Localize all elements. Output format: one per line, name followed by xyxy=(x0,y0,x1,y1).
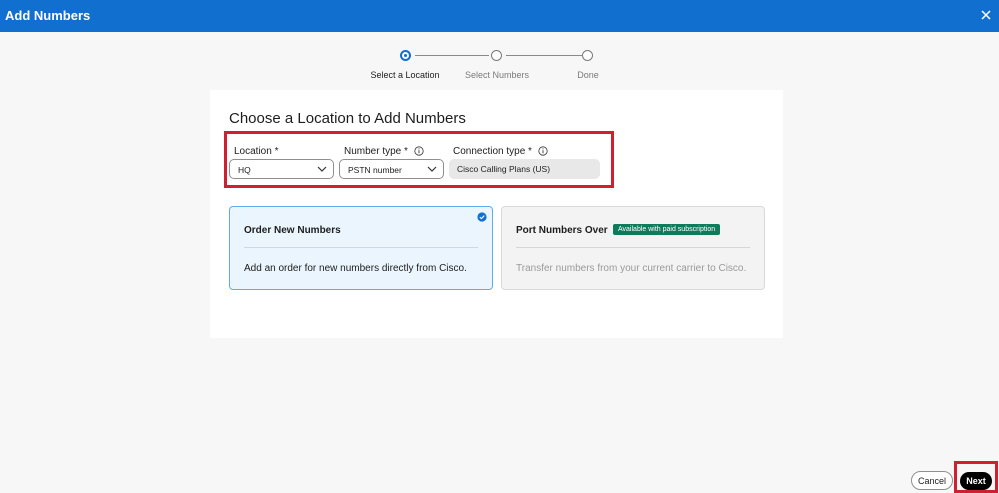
close-icon[interactable] xyxy=(977,6,995,24)
chevron-down-icon xyxy=(427,166,437,172)
step-1-indicator xyxy=(400,50,411,61)
info-icon[interactable] xyxy=(414,146,424,156)
next-button[interactable]: Next xyxy=(960,472,992,490)
option-title: Port Numbers Over xyxy=(516,225,608,236)
port-numbers-option: Port Numbers Over Available with paid su… xyxy=(501,206,765,290)
step-3-indicator xyxy=(582,50,593,61)
option-description: Add an order for new numbers directly fr… xyxy=(244,263,467,274)
cancel-button[interactable]: Cancel xyxy=(911,471,953,490)
connection-type-value: Cisco Calling Plans (US) xyxy=(457,164,551,174)
option-description: Transfer numbers from your current carri… xyxy=(516,263,747,274)
number-type-select[interactable]: PSTN number xyxy=(339,159,444,179)
location-value: HQ xyxy=(238,165,251,175)
page-heading: Choose a Location to Add Numbers xyxy=(229,110,466,127)
number-type-label: Number type * xyxy=(344,146,408,157)
checkmark-icon xyxy=(477,212,487,222)
subscription-badge: Available with paid subscription xyxy=(613,224,721,235)
order-new-numbers-option[interactable]: Order New Numbers Add an order for new n… xyxy=(229,206,493,290)
step-connector xyxy=(506,55,582,56)
location-card: Choose a Location to Add Numbers Locatio… xyxy=(210,90,783,338)
location-label: Location * xyxy=(234,146,279,157)
option-divider xyxy=(516,247,750,248)
number-type-value: PSTN number xyxy=(348,165,402,175)
step-3-label: Done xyxy=(577,70,599,80)
step-2-label: Select Numbers xyxy=(464,70,530,80)
chevron-down-icon xyxy=(317,166,327,172)
modal-header: Add Numbers xyxy=(0,0,999,32)
option-divider xyxy=(244,247,478,248)
info-icon[interactable] xyxy=(538,146,548,156)
connection-type-label: Connection type * xyxy=(453,146,532,157)
step-2-indicator xyxy=(491,50,502,61)
location-select[interactable]: HQ xyxy=(229,159,334,179)
step-1-label: Select a Location xyxy=(370,70,440,80)
progress-stepper: Select a Location Select Numbers Done xyxy=(0,50,999,86)
step-connector xyxy=(415,55,489,56)
modal-title: Add Numbers xyxy=(5,8,91,23)
option-title: Order New Numbers xyxy=(244,225,341,236)
connection-type-field: Cisco Calling Plans (US) xyxy=(449,159,600,179)
